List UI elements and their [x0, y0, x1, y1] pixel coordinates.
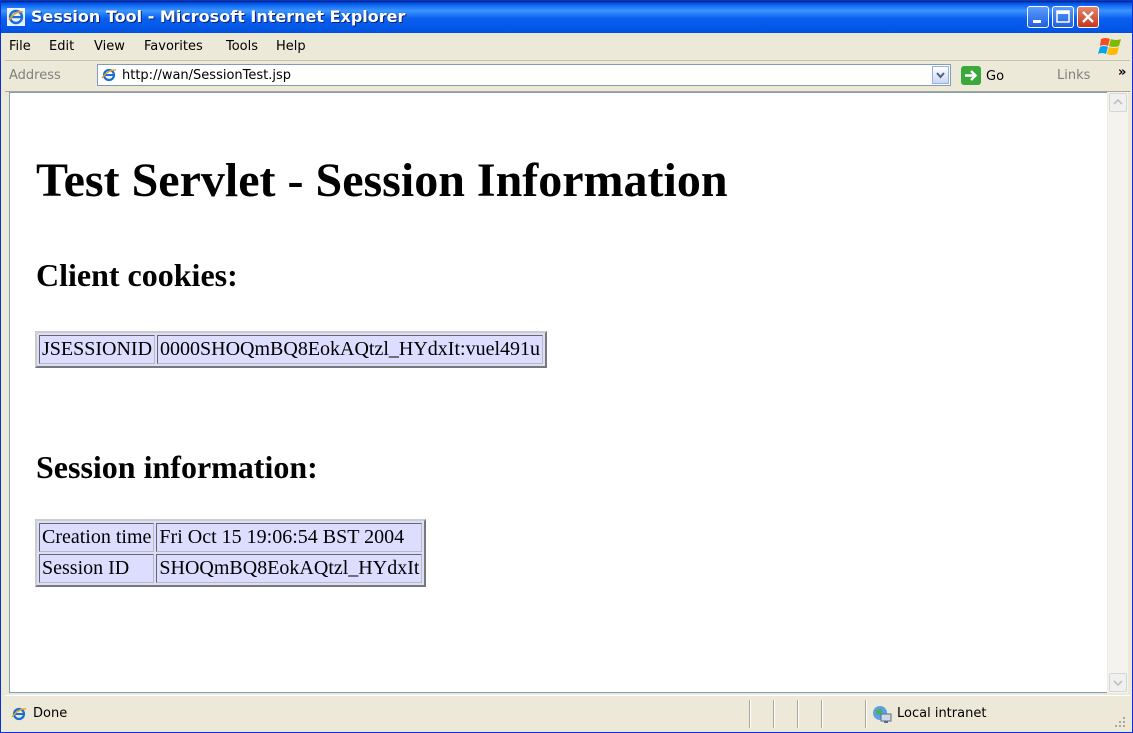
address-field[interactable]: http://wan/SessionTest.jsp [97, 64, 951, 86]
maximize-icon [1056, 10, 1070, 23]
status-separator [797, 700, 799, 728]
table-row: Creation time Fri Oct 15 19:06:54 BST 20… [39, 523, 423, 552]
status-separator [749, 700, 751, 728]
scroll-down-button[interactable] [1109, 673, 1127, 692]
maximize-button[interactable] [1052, 6, 1074, 28]
session-field-value: Fri Oct 15 19:06:54 BST 2004 [156, 523, 423, 552]
menu-help[interactable]: Help [276, 39, 306, 54]
cookie-name: JSESSIONID [39, 335, 156, 364]
address-dropdown-button[interactable] [932, 66, 949, 84]
session-table: Creation time Fri Oct 15 19:06:54 BST 20… [35, 519, 427, 587]
session-field-name: Creation time [39, 523, 155, 552]
vertical-scrollbar[interactable] [1107, 92, 1128, 693]
security-zone-text: Local intranet [897, 706, 987, 721]
session-field-value: SHOQmBQ8EokAQtzl_HYdxIt [156, 554, 423, 583]
address-bar: Address http://wan/SessionTest.jsp Go Li… [5, 61, 1130, 92]
status-separator [773, 700, 775, 728]
menu-view[interactable]: View [94, 39, 125, 54]
minimize-icon [1033, 20, 1041, 23]
window-edge [1128, 92, 1132, 693]
status-text: Done [33, 706, 68, 721]
title-bar[interactable]: Session Tool - Microsoft Internet Explor… [1, 1, 1132, 33]
resize-grip-icon[interactable] [1114, 716, 1126, 728]
go-button[interactable]: Go [961, 65, 1025, 87]
page-content: Test Servlet - Session Information Clien… [9, 92, 1107, 693]
session-field-name: Session ID [39, 554, 155, 583]
menu-tools[interactable]: Tools [226, 39, 258, 54]
scroll-up-button[interactable] [1109, 93, 1127, 112]
browser-window: Session Tool - Microsoft Internet Explor… [0, 0, 1133, 733]
status-separator [821, 700, 823, 728]
toolbar-chevron-icon[interactable]: » [1118, 65, 1126, 80]
cookie-value: 0000SHOQmBQ8EokAQtzl_HYdxIt:vuel491u [157, 335, 544, 364]
page-icon [101, 68, 117, 82]
address-url: http://wan/SessionTest.jsp [122, 68, 292, 83]
internet-explorer-icon [7, 8, 25, 26]
local-intranet-icon [873, 706, 892, 723]
window-title: Session Tool - Microsoft Internet Explor… [31, 7, 406, 26]
close-icon [1082, 11, 1094, 23]
menu-edit[interactable]: Edit [49, 39, 74, 54]
links-button[interactable]: Links [1057, 68, 1090, 83]
chevron-down-icon [936, 72, 945, 79]
table-row: JSESSIONID 0000SHOQmBQ8EokAQtzl_HYdxIt:v… [39, 335, 544, 364]
status-bar: Done Local intranet [5, 695, 1130, 732]
chevron-up-icon [1113, 98, 1123, 105]
chevron-down-icon [1113, 680, 1123, 687]
minimize-button[interactable] [1027, 6, 1049, 28]
menu-favorites[interactable]: Favorites [144, 39, 203, 54]
page-status-icon [11, 707, 27, 721]
table-row: Session ID SHOQmBQ8EokAQtzl_HYdxIt [39, 554, 423, 583]
status-separator [865, 700, 867, 728]
menu-file[interactable]: File [9, 39, 31, 54]
cookies-table: JSESSIONID 0000SHOQmBQ8EokAQtzl_HYdxIt:v… [35, 331, 548, 368]
menu-bar: File Edit View Favorites Tools Help [5, 34, 1130, 61]
cookies-heading: Client cookies: [36, 257, 238, 293]
address-label: Address [9, 68, 61, 83]
go-label: Go [986, 69, 1005, 84]
session-heading: Session information: [36, 449, 318, 485]
close-button[interactable] [1077, 6, 1099, 28]
windows-logo-icon [1098, 38, 1121, 55]
go-arrow-icon [961, 66, 981, 85]
page-heading: Test Servlet - Session Information [36, 154, 728, 207]
